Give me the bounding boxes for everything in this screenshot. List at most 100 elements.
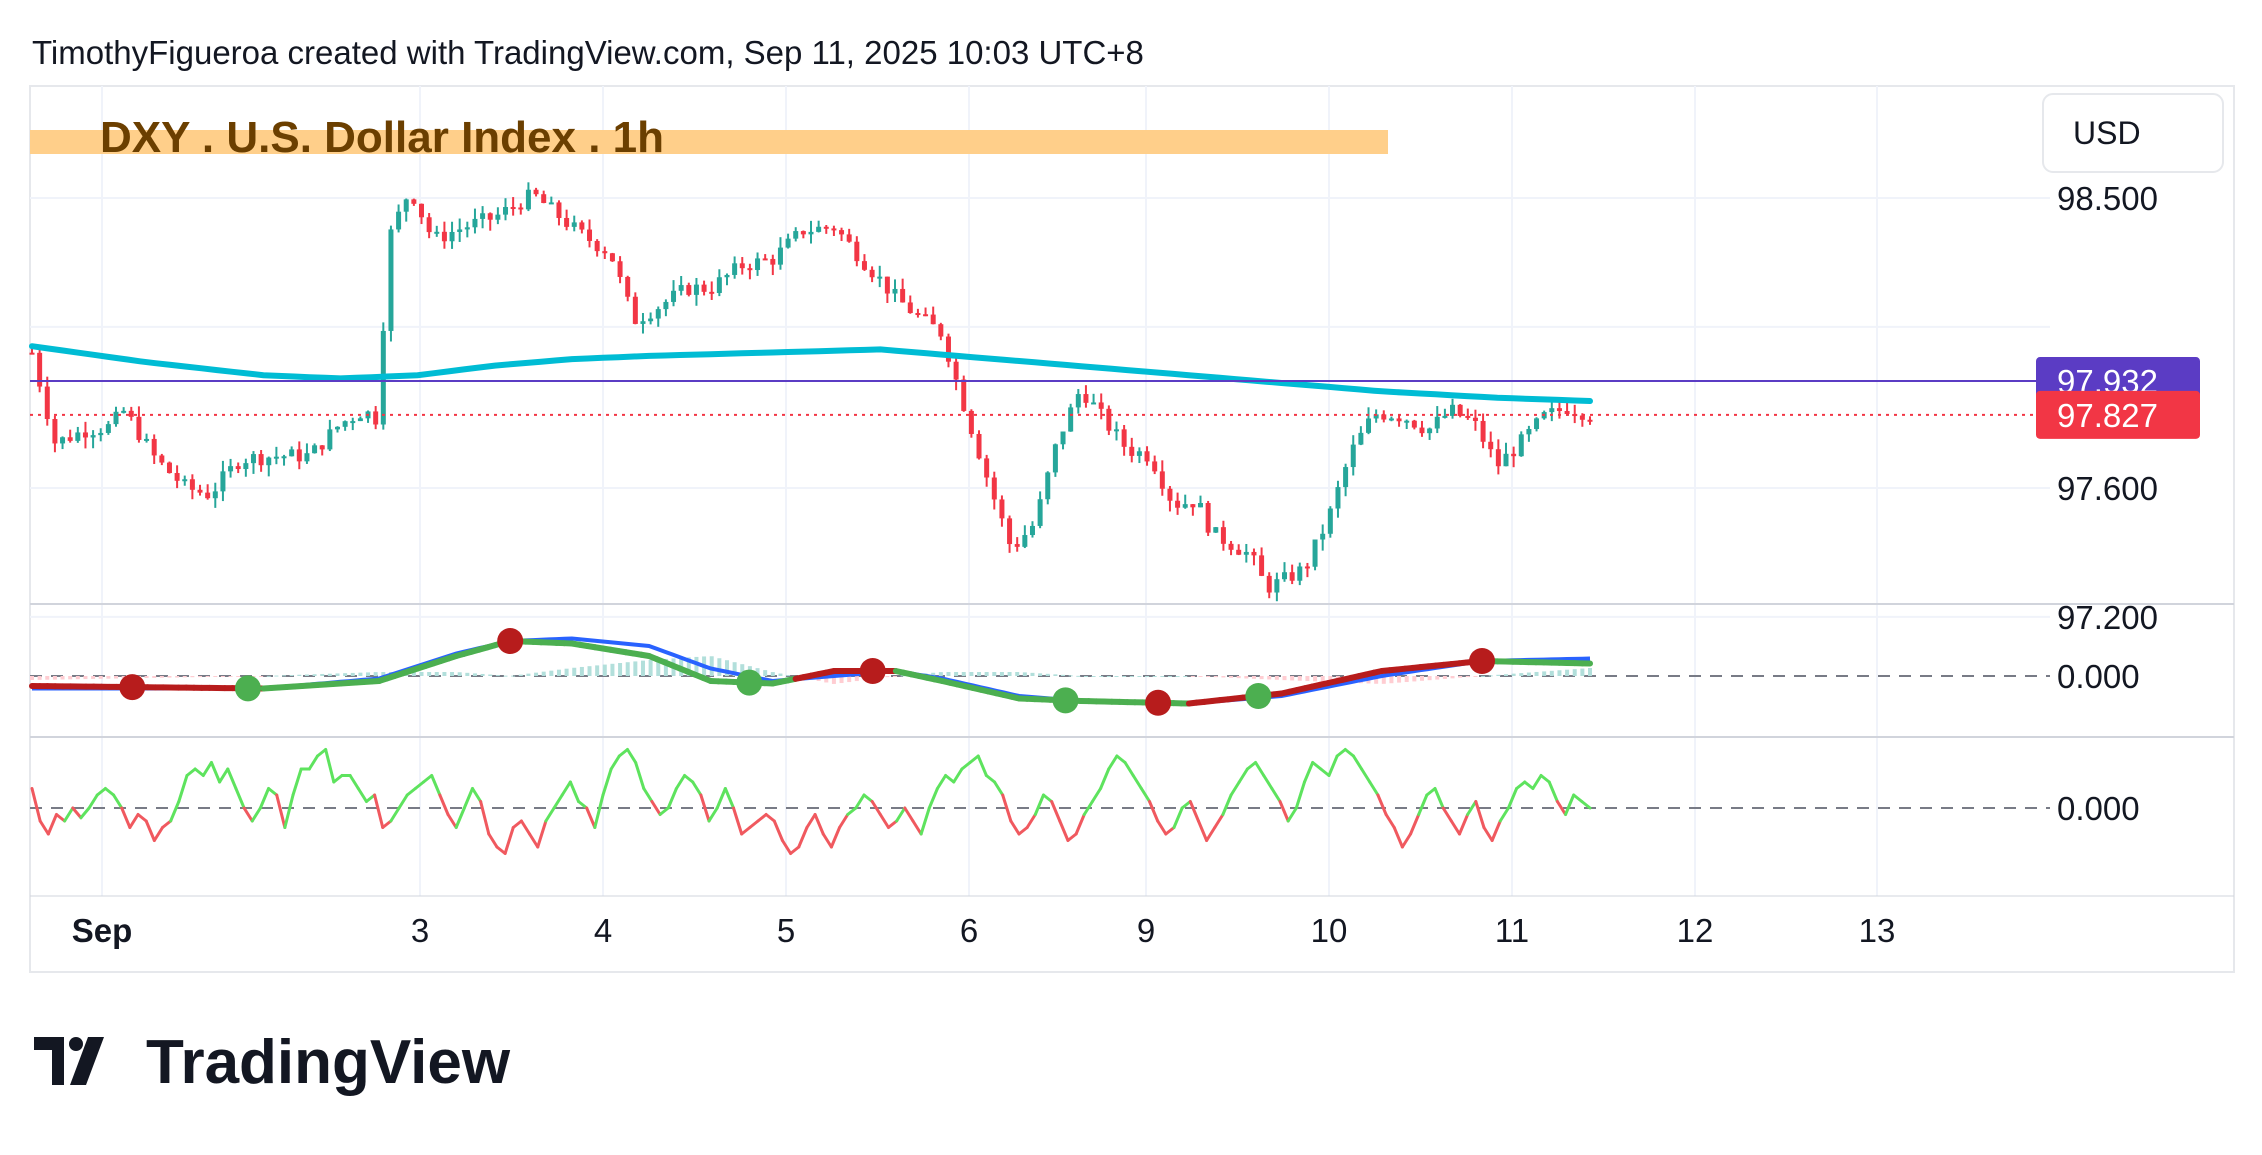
candle-body bbox=[1175, 501, 1180, 508]
candle-body bbox=[755, 258, 760, 270]
candle-body bbox=[1206, 503, 1211, 533]
histogram-bar bbox=[481, 674, 485, 676]
candle-body bbox=[534, 190, 539, 194]
histogram-bar bbox=[1168, 676, 1172, 677]
candle-body bbox=[1267, 576, 1272, 593]
histogram-bar bbox=[297, 675, 301, 676]
candle-body bbox=[969, 411, 974, 434]
histogram-bar bbox=[488, 675, 492, 676]
candle-body bbox=[388, 229, 393, 331]
candle-body bbox=[1259, 555, 1264, 576]
histogram-bar bbox=[1397, 676, 1401, 683]
candle-body bbox=[694, 285, 699, 295]
histogram-bar bbox=[1099, 676, 1103, 677]
candle-body bbox=[1236, 550, 1241, 555]
candle-body bbox=[1358, 433, 1363, 445]
histogram-bar bbox=[946, 672, 950, 676]
candle-body bbox=[1328, 509, 1333, 534]
candle-body bbox=[121, 411, 126, 413]
histogram-bar bbox=[1481, 676, 1485, 677]
chart-screenshot: TimothyFigueroa created with TradingView… bbox=[0, 0, 2262, 1150]
candle-body bbox=[1213, 527, 1218, 533]
candle-body bbox=[870, 270, 875, 277]
candle-body bbox=[304, 453, 309, 461]
histogram-bar bbox=[206, 676, 210, 677]
y-tick-label: 98.500 bbox=[2057, 180, 2158, 217]
candle-body bbox=[915, 313, 920, 315]
candle-body bbox=[786, 239, 791, 248]
candle-body bbox=[1496, 449, 1501, 466]
histogram-bar bbox=[1267, 676, 1271, 679]
cross-marker-up bbox=[1053, 687, 1079, 713]
candle-body bbox=[175, 473, 180, 481]
candle-body bbox=[343, 421, 348, 427]
brand-wordmark: TradingView bbox=[146, 1028, 511, 1097]
candle-body bbox=[640, 321, 645, 324]
candle-body bbox=[1137, 451, 1142, 456]
chart-canvas: TimothyFigueroa created with TradingView… bbox=[0, 0, 2262, 1150]
histogram-bar bbox=[939, 672, 943, 676]
candle-body bbox=[266, 458, 271, 466]
histogram-bar bbox=[778, 674, 782, 676]
histogram-bar bbox=[885, 676, 889, 677]
candle-body bbox=[839, 230, 844, 234]
histogram-bar bbox=[1015, 672, 1019, 676]
cross-marker-up bbox=[235, 675, 261, 701]
candle-body bbox=[259, 454, 264, 465]
candle-body bbox=[457, 229, 462, 232]
candle-body bbox=[984, 458, 989, 477]
y-tick-label: 97.600 bbox=[2057, 470, 2158, 507]
candle-body bbox=[488, 213, 493, 219]
histogram-bar bbox=[1137, 676, 1141, 677]
candle-body bbox=[999, 499, 1004, 518]
histogram-bar bbox=[328, 674, 332, 676]
candle-body bbox=[1519, 434, 1524, 456]
candle-body bbox=[52, 419, 57, 443]
histogram-bar bbox=[1153, 676, 1157, 677]
candle-body bbox=[1404, 421, 1409, 423]
candle-body bbox=[893, 289, 898, 294]
candle-body bbox=[442, 232, 447, 241]
histogram-bar bbox=[1573, 669, 1577, 676]
histogram-bar bbox=[1519, 673, 1523, 676]
candle-body bbox=[648, 319, 653, 322]
histogram-bar bbox=[366, 672, 370, 676]
candle-body bbox=[1244, 552, 1249, 555]
cross-marker-up bbox=[736, 670, 762, 696]
candle-body bbox=[60, 437, 65, 443]
histogram-bar bbox=[1588, 668, 1592, 676]
candle-body bbox=[1038, 499, 1043, 526]
histogram-bar bbox=[893, 676, 897, 677]
candle-body bbox=[1549, 408, 1554, 412]
candle-body bbox=[205, 493, 210, 499]
candle-body bbox=[679, 285, 684, 291]
candle-body bbox=[1419, 428, 1424, 434]
histogram-bar bbox=[343, 673, 347, 676]
histogram-bar bbox=[1008, 672, 1012, 676]
histogram-bar bbox=[1061, 675, 1065, 676]
histogram-bar bbox=[549, 671, 553, 676]
histogram-bar bbox=[717, 658, 721, 676]
histogram-bar bbox=[1206, 676, 1210, 677]
histogram-bar bbox=[1000, 672, 1004, 676]
histogram-bar bbox=[351, 673, 355, 676]
candle-body bbox=[809, 232, 814, 234]
candle-body bbox=[1152, 461, 1157, 471]
candle-body bbox=[1091, 402, 1096, 404]
histogram-bar bbox=[313, 674, 317, 676]
candle-body bbox=[587, 230, 592, 241]
histogram-bar bbox=[83, 676, 87, 679]
histogram-bar bbox=[1244, 676, 1248, 678]
candle-body bbox=[1183, 504, 1188, 508]
histogram-bar bbox=[626, 662, 630, 676]
candle-body bbox=[1221, 527, 1226, 544]
histogram-bar bbox=[786, 675, 790, 676]
histogram-bar bbox=[213, 676, 217, 677]
histogram-bar bbox=[53, 676, 57, 680]
histogram-bar bbox=[1504, 674, 1508, 676]
currency-button[interactable]: USD bbox=[2043, 94, 2223, 172]
histogram-bar bbox=[320, 674, 324, 676]
candle-body bbox=[312, 445, 317, 453]
candle-body bbox=[1435, 417, 1440, 429]
candle-body bbox=[1251, 552, 1256, 555]
